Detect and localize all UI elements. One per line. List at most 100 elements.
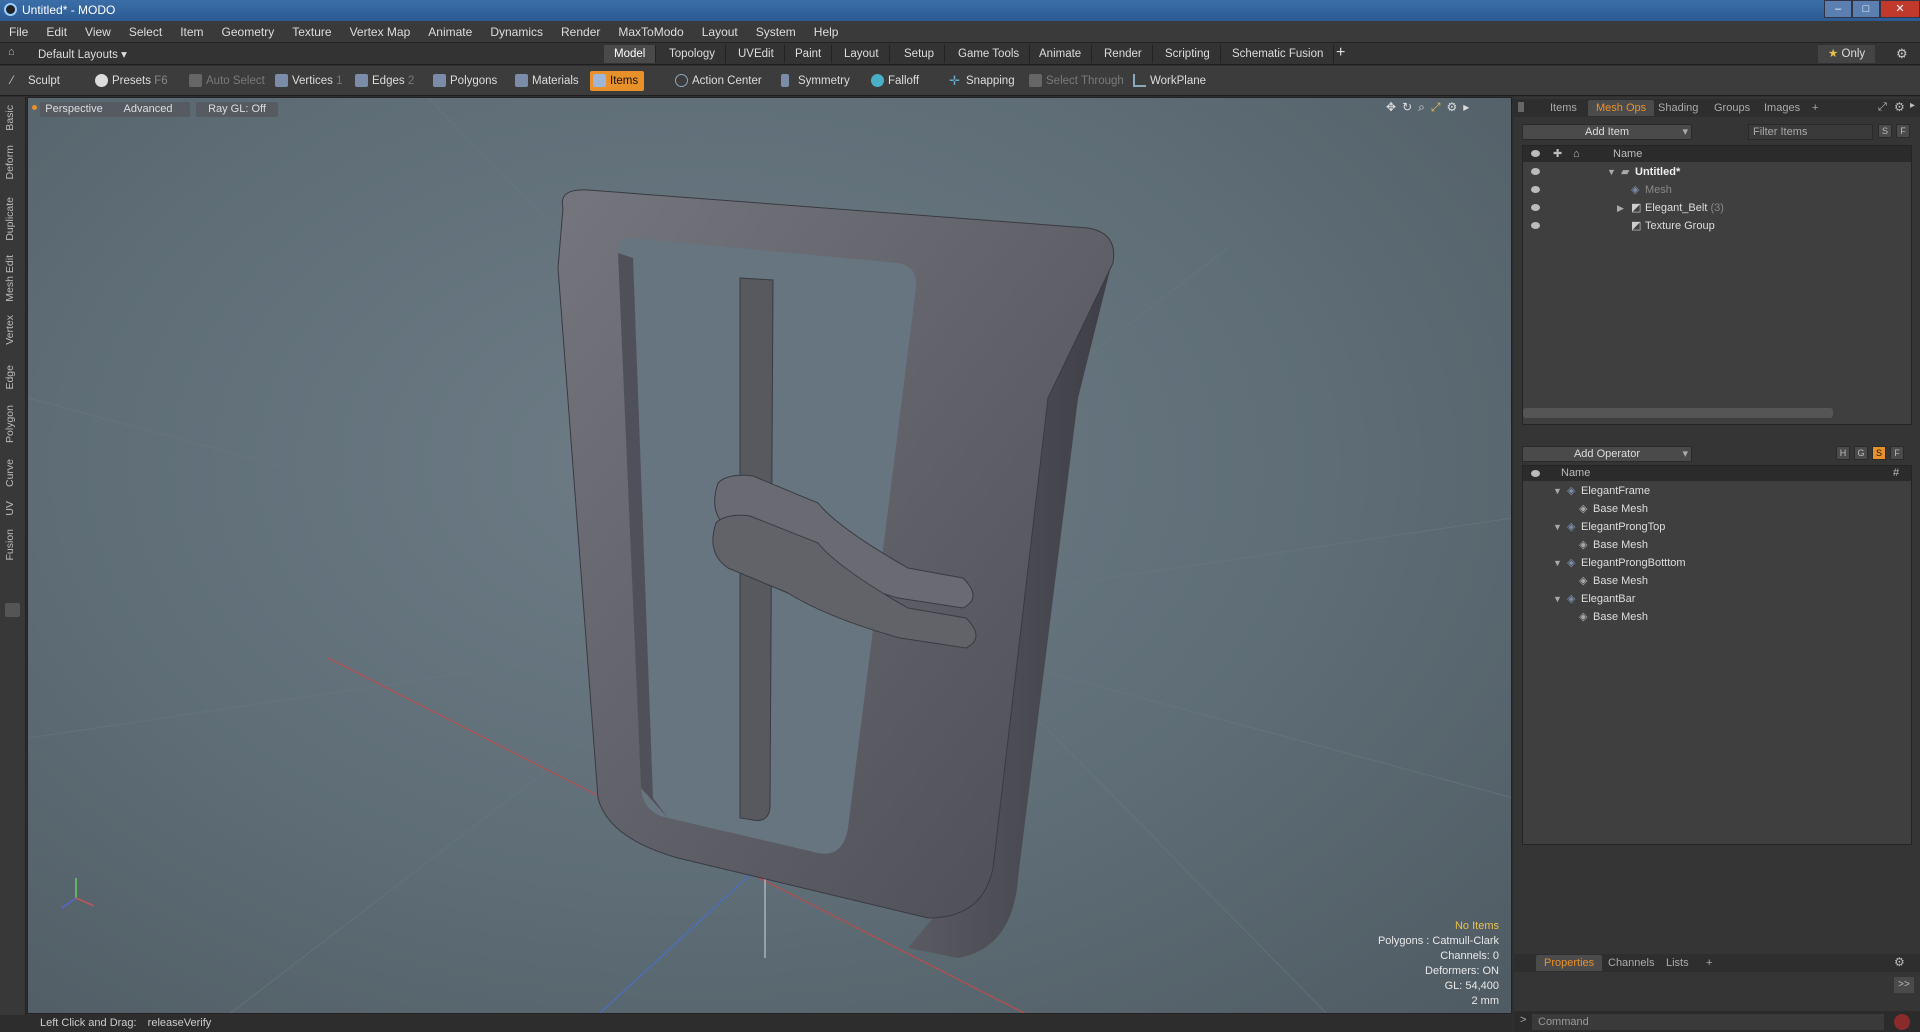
- expand-down-icon[interactable]: ▼: [1553, 518, 1562, 536]
- tab-lists[interactable]: Lists: [1658, 955, 1697, 971]
- vertices-button[interactable]: Vertices 1: [272, 71, 343, 91]
- visibility-icon[interactable]: [1531, 186, 1540, 193]
- meshops-s-button[interactable]: S: [1872, 446, 1886, 460]
- meshop-row[interactable]: ▼ ◈ ElegantProngBotttom: [1523, 554, 1911, 572]
- sculpt-button[interactable]: ⁄ Sculpt: [8, 71, 60, 91]
- viewport-expand-icon[interactable]: ▸: [1463, 100, 1475, 114]
- meshop-row[interactable]: ▼ ◈ ElegantProngTop: [1523, 518, 1911, 536]
- panel-arrow-icon[interactable]: ▸: [1910, 100, 1915, 111]
- tab-fusion[interactable]: Fusion: [4, 529, 16, 561]
- items-button[interactable]: Items: [590, 71, 645, 91]
- edges-button[interactable]: Edges 2: [352, 71, 414, 91]
- viewport-menu-icon[interactable]: [32, 105, 37, 110]
- add-operator-dropdown[interactable]: Add Operator ▾: [1522, 446, 1692, 462]
- polygons-button[interactable]: Polygons: [430, 71, 497, 91]
- menu-texture[interactable]: Texture: [283, 21, 340, 43]
- fit-icon[interactable]: ⤢: [1431, 100, 1447, 114]
- tab-layout[interactable]: Layout: [834, 45, 890, 63]
- tool-toggle-button[interactable]: [5, 603, 20, 617]
- expand-down-icon[interactable]: ▼: [1553, 482, 1562, 500]
- meshop-row[interactable]: ◈ Base Mesh: [1523, 608, 1911, 626]
- expand-right-icon[interactable]: ▶: [1617, 199, 1624, 217]
- menu-render[interactable]: Render: [552, 21, 609, 43]
- tab-uv[interactable]: UV: [4, 501, 16, 516]
- tree-row-elegant-belt[interactable]: ▶ ◩ Elegant_Belt (3): [1523, 199, 1911, 217]
- meshop-row[interactable]: ▼ ◈ ElegantFrame: [1523, 482, 1911, 500]
- tab-polygon[interactable]: Polygon: [4, 405, 16, 443]
- menu-dynamics[interactable]: Dynamics: [481, 21, 552, 43]
- snapping-button[interactable]: ✛ Snapping: [946, 71, 1015, 91]
- gear-icon[interactable]: ⚙: [1896, 46, 1908, 62]
- tab-scripting[interactable]: Scripting: [1155, 45, 1221, 63]
- tab-channels[interactable]: Channels: [1600, 955, 1662, 971]
- 3d-viewport[interactable]: Perspective Advanced Ray GL: Off ✥↻⌕⤢⚙▸ …: [27, 97, 1512, 1014]
- meshop-row[interactable]: ▼ ◈ ElegantBar: [1523, 590, 1911, 608]
- meshop-row[interactable]: ◈ Base Mesh: [1523, 500, 1911, 518]
- properties-gear-icon[interactable]: ⚙: [1894, 955, 1905, 969]
- tree-row-texture-group[interactable]: ◩ Texture Group: [1523, 217, 1911, 235]
- auto-select-button[interactable]: Auto Select: [186, 71, 265, 91]
- advanced-button[interactable]: Advanced: [106, 102, 190, 117]
- rotate-icon[interactable]: ↻: [1402, 100, 1418, 114]
- materials-button[interactable]: Materials: [512, 71, 579, 91]
- visibility-icon[interactable]: [1531, 222, 1540, 229]
- perspective-button[interactable]: Perspective: [40, 102, 108, 117]
- expand-down-icon[interactable]: ▼: [1607, 163, 1616, 181]
- tab-game-tools[interactable]: Game Tools: [948, 45, 1031, 63]
- menu-maxtomodo[interactable]: MaxToModo: [609, 21, 692, 43]
- zoom-icon[interactable]: ⌕: [1418, 100, 1431, 114]
- tab-items[interactable]: Items: [1542, 100, 1585, 116]
- raygl-button[interactable]: Ray GL: Off: [196, 102, 278, 117]
- item-tree-scrollbar[interactable]: [1523, 408, 1833, 418]
- tab-render[interactable]: Render: [1094, 45, 1153, 63]
- tab-animate[interactable]: Animate: [1029, 45, 1093, 63]
- menu-file[interactable]: File: [0, 21, 37, 43]
- filter-f-button[interactable]: F: [1896, 124, 1910, 138]
- filter-s-button[interactable]: S: [1878, 124, 1892, 138]
- tab-curve[interactable]: Curve: [4, 459, 16, 487]
- falloff-button[interactable]: Falloff: [868, 71, 919, 91]
- tree-row-mesh[interactable]: ◈ Mesh: [1523, 181, 1911, 199]
- visibility-icon[interactable]: [1531, 204, 1540, 211]
- filter-items-input[interactable]: Filter Items: [1748, 124, 1873, 140]
- tab-images[interactable]: Images: [1756, 100, 1808, 116]
- layout-dropdown[interactable]: Default Layouts ▾: [38, 47, 127, 61]
- home-icon[interactable]: ⌂: [8, 46, 20, 60]
- tab-vertex[interactable]: Vertex: [4, 315, 16, 345]
- tab-groups[interactable]: Groups: [1706, 100, 1758, 116]
- expand-properties-button[interactable]: >>: [1894, 977, 1914, 993]
- add-panel-tab-icon[interactable]: +: [1804, 100, 1826, 116]
- tab-paint[interactable]: Paint: [785, 45, 833, 63]
- tab-duplicate[interactable]: Duplicate: [4, 197, 16, 241]
- tab-model[interactable]: Model: [604, 45, 657, 63]
- tab-deform[interactable]: Deform: [4, 145, 16, 179]
- pan-icon[interactable]: ✥: [1386, 100, 1402, 114]
- menu-help[interactable]: Help: [805, 21, 848, 43]
- menu-geometry[interactable]: Geometry: [213, 21, 284, 43]
- menu-animate[interactable]: Animate: [419, 21, 481, 43]
- maximize-icon[interactable]: □: [1852, 0, 1880, 18]
- tab-topology[interactable]: Topology: [659, 45, 727, 63]
- add-tab-icon[interactable]: +: [1336, 44, 1345, 62]
- add-properties-tab-icon[interactable]: +: [1698, 955, 1720, 971]
- workplane-button[interactable]: WorkPlane: [1130, 71, 1206, 91]
- panel-gear-icon[interactable]: ⚙: [1894, 100, 1905, 114]
- meshop-row[interactable]: ◈ Base Mesh: [1523, 572, 1911, 590]
- tab-basic[interactable]: Basic: [4, 105, 16, 131]
- meshop-row[interactable]: ◈ Base Mesh: [1523, 536, 1911, 554]
- command-input[interactable]: Command: [1532, 1014, 1884, 1030]
- tab-mesh-edit[interactable]: Mesh Edit: [4, 255, 16, 302]
- symmetry-button[interactable]: Symmetry: [778, 71, 850, 91]
- menu-select[interactable]: Select: [120, 21, 171, 43]
- tab-schematic-fusion[interactable]: Schematic Fusion: [1222, 45, 1335, 63]
- expand-down-icon[interactable]: ▼: [1553, 590, 1562, 608]
- viewport-settings-icon[interactable]: ⚙: [1446, 100, 1463, 114]
- menu-layout[interactable]: Layout: [693, 21, 747, 43]
- meshops-h-button[interactable]: H: [1836, 446, 1850, 460]
- tab-edge[interactable]: Edge: [4, 365, 16, 390]
- meshops-g-button[interactable]: G: [1854, 446, 1868, 460]
- tab-setup[interactable]: Setup: [894, 45, 946, 63]
- visibility-icon[interactable]: [1531, 168, 1540, 175]
- close-icon[interactable]: ✕: [1880, 0, 1920, 18]
- action-center-button[interactable]: Action Center: [672, 71, 762, 91]
